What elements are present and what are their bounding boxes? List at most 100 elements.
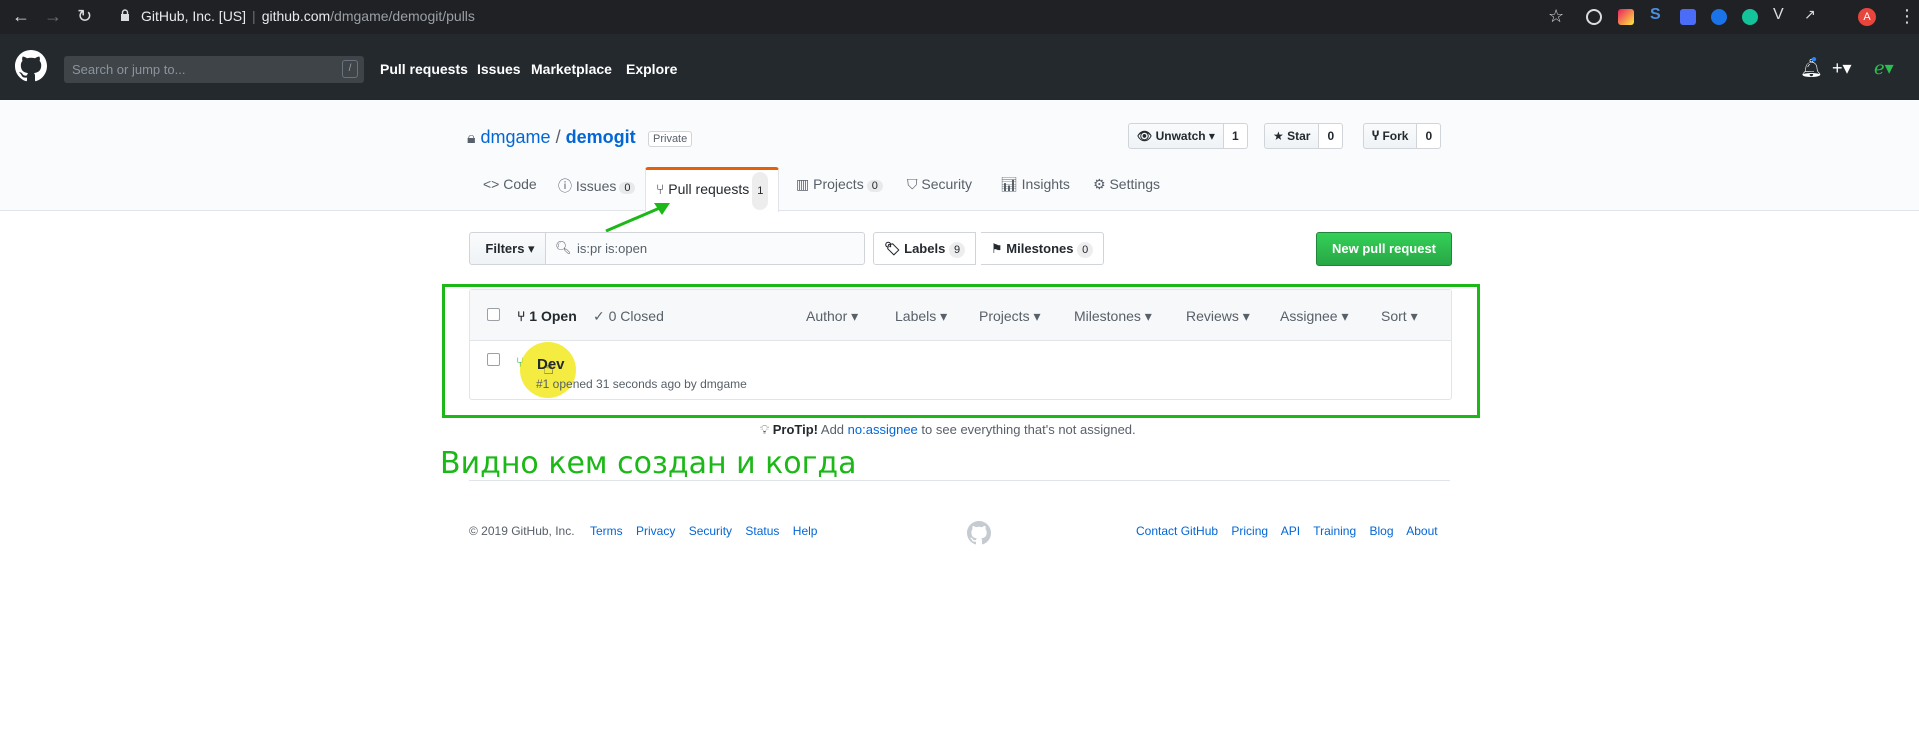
v-extension-icon[interactable] bbox=[1680, 9, 1696, 25]
filters-dropdown[interactable]: Filters ▾ bbox=[469, 232, 551, 265]
user-avatar-icon[interactable]: ℯ▾ bbox=[1874, 58, 1894, 79]
tab-insights-label: Insights bbox=[1021, 176, 1070, 192]
milestone-icon: ⚑ bbox=[991, 241, 1007, 256]
shield-icon: ⛉ bbox=[907, 176, 922, 192]
watchers-count[interactable]: 1 bbox=[1223, 123, 1248, 149]
pocket-extension-icon[interactable] bbox=[1586, 9, 1602, 25]
tab-issues-label: Issues bbox=[575, 178, 617, 194]
url-path: /dmgame/demogit/pulls bbox=[330, 8, 475, 24]
footer-pricing-link[interactable]: Pricing bbox=[1231, 524, 1268, 538]
github-logo-icon[interactable] bbox=[15, 50, 47, 82]
repo-title: 🔒︎ dmgame / demogit bbox=[467, 127, 636, 147]
gear-icon: ⚙ bbox=[1093, 176, 1110, 192]
unwatch-label: Unwatch ▾ bbox=[1155, 129, 1215, 143]
extension-icon-2[interactable] bbox=[1711, 9, 1727, 25]
private-lock-icon: 🔒︎ bbox=[467, 130, 476, 147]
labels-button[interactable]: 🏷︎ Labels 9 bbox=[873, 232, 977, 265]
star-button[interactable]: ★ Star bbox=[1264, 123, 1320, 149]
url-host: github.com bbox=[261, 8, 331, 24]
tab-issues-count: 0 bbox=[619, 182, 636, 194]
forks-count[interactable]: 0 bbox=[1417, 123, 1442, 149]
tab-security-label: Security bbox=[921, 176, 972, 192]
grammarly-extension-icon[interactable] bbox=[1742, 9, 1758, 25]
tab-pull-requests-label: Pull requests bbox=[668, 181, 750, 197]
fork-icon: Ⴤ bbox=[1372, 129, 1383, 143]
unwatch-button[interactable]: 👁︎ Unwatch ▾ bbox=[1128, 123, 1224, 149]
profile-avatar[interactable]: A bbox=[1858, 8, 1876, 26]
lock-icon bbox=[121, 9, 129, 21]
site-identity: GitHub, Inc. [US] bbox=[141, 8, 247, 24]
light-bulb-icon: 💡︎ bbox=[760, 422, 770, 437]
footer-copyright: © 2019 GitHub, Inc. bbox=[469, 524, 575, 538]
footer-about-link[interactable]: About bbox=[1406, 524, 1437, 538]
annotation-caption: Видно кем создан и когда bbox=[440, 446, 857, 481]
annotation-highlight-box bbox=[442, 284, 1480, 418]
footer-training-link[interactable]: Training bbox=[1313, 524, 1356, 538]
protip-link[interactable]: no:assignee bbox=[848, 422, 918, 437]
footer-blog-link[interactable]: Blog bbox=[1370, 524, 1394, 538]
footer-privacy-link[interactable]: Privacy bbox=[636, 524, 675, 538]
tab-insights[interactable]: 📊︎ Insights bbox=[1000, 176, 1070, 193]
browser-menu-icon[interactable]: ⋮ bbox=[1898, 6, 1916, 27]
search-shortcut-key: / bbox=[342, 60, 358, 78]
s-extension-icon[interactable]: S bbox=[1650, 6, 1666, 23]
footer-terms-link[interactable]: Terms bbox=[590, 524, 623, 538]
tab-projects-count: 0 bbox=[866, 180, 883, 192]
filter-search-input[interactable]: 🔍︎ is:pr is:open bbox=[545, 232, 865, 265]
forward-arrow-icon[interactable]: → bbox=[44, 6, 62, 26]
repo-name-link[interactable]: demogit bbox=[566, 127, 636, 147]
nav-explore[interactable]: Explore bbox=[626, 61, 677, 77]
footer-api-link[interactable]: API bbox=[1281, 524, 1300, 538]
footer-contact-link[interactable]: Contact GitHub bbox=[1136, 524, 1218, 538]
tag-icon: 🏷︎ bbox=[884, 241, 905, 256]
create-new-plus-icon[interactable]: +▾ bbox=[1832, 58, 1852, 79]
search-icon: 🔍︎ bbox=[555, 240, 572, 255]
repo-owner-link[interactable]: dmgame bbox=[481, 127, 551, 147]
protip-post: to see everything that's not assigned. bbox=[921, 422, 1136, 437]
new-pull-request-button[interactable]: New pull request bbox=[1316, 232, 1452, 266]
footer-right-links: Contact GitHub Pricing API Training Blog… bbox=[1136, 524, 1438, 538]
star-button-group: ★ Star 0 bbox=[1264, 123, 1344, 149]
reload-icon[interactable]: ↻ bbox=[77, 6, 92, 26]
fork-button[interactable]: Ⴤ Fork bbox=[1363, 123, 1418, 149]
protip-lead: ProTip! bbox=[772, 422, 818, 437]
milestones-button[interactable]: ⚑ Milestones 0 bbox=[981, 232, 1105, 265]
tab-pull-requests-count: 1 bbox=[752, 172, 769, 210]
graph-icon: 📊︎ bbox=[1000, 176, 1022, 192]
extension-icon[interactable] bbox=[1618, 9, 1634, 25]
footer-security-link[interactable]: Security bbox=[689, 524, 732, 538]
footer-github-logo-icon[interactable] bbox=[967, 521, 991, 545]
footer-divider bbox=[469, 480, 1450, 481]
code-icon: <> bbox=[483, 176, 504, 192]
vue-extension-icon[interactable]: V bbox=[1773, 6, 1789, 23]
protip-pre: Add bbox=[820, 422, 845, 437]
footer-help-link[interactable]: Help bbox=[793, 524, 818, 538]
star-icon: ★ bbox=[1273, 129, 1288, 143]
back-arrow-icon[interactable]: ← bbox=[12, 6, 30, 26]
filter-query-value: is:pr is:open bbox=[577, 241, 648, 256]
tab-issues[interactable]: ⓘ Issues 0 bbox=[558, 176, 636, 196]
nav-pull-requests[interactable]: Pull requests bbox=[380, 61, 468, 77]
star-label: Star bbox=[1287, 129, 1311, 143]
watch-button-group: 👁︎ Unwatch ▾ 1 bbox=[1128, 123, 1248, 149]
tab-code[interactable]: <> Code bbox=[483, 176, 537, 192]
tab-security[interactable]: ⛉ Security bbox=[907, 176, 972, 193]
footer-status-link[interactable]: Status bbox=[745, 524, 779, 538]
address-bar[interactable]: GitHub, Inc. [US] | github.com/dmgame/demo… bbox=[141, 8, 475, 24]
search-input[interactable]: Search or jump to... / bbox=[64, 56, 364, 83]
milestones-button-label: Milestones bbox=[1006, 241, 1074, 256]
project-icon: ▥ bbox=[796, 176, 814, 192]
bookmark-star-icon[interactable]: ☆ bbox=[1548, 6, 1564, 27]
nav-marketplace[interactable]: Marketplace bbox=[531, 61, 612, 77]
annotation-arrow-icon bbox=[605, 203, 670, 233]
stars-count[interactable]: 0 bbox=[1319, 123, 1344, 149]
extension-icon-3[interactable]: ↗ bbox=[1804, 6, 1820, 22]
tab-projects[interactable]: ▥ Projects 0 bbox=[796, 176, 883, 193]
tab-settings-label: Settings bbox=[1109, 176, 1161, 192]
tab-settings[interactable]: ⚙ Settings bbox=[1093, 176, 1160, 193]
protip: 💡︎ ProTip! Add no:assignee to see everyt… bbox=[760, 422, 1136, 438]
nav-issues[interactable]: Issues bbox=[477, 61, 521, 77]
labels-button-label: Labels bbox=[904, 241, 946, 256]
fork-button-group: Ⴤ Fork 0 bbox=[1363, 123, 1442, 149]
search-placeholder: Search or jump to... bbox=[72, 62, 186, 77]
